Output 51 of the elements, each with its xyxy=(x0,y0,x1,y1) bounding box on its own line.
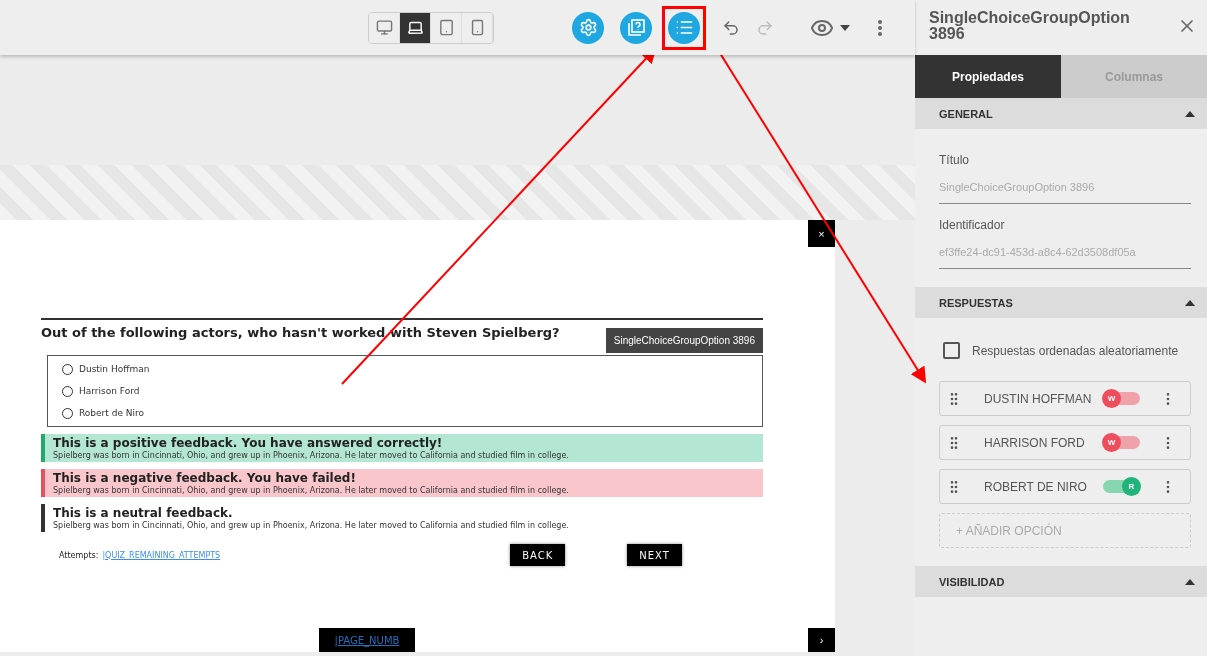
settings-button[interactable] xyxy=(572,11,604,44)
section-header[interactable]: GENERAL xyxy=(915,98,1207,129)
feedback-text: Spielberg was born in Cincinnati, Ohio, and grew up in Phoenix, Arizona. He later moved to California and studied film in college. xyxy=(53,521,570,530)
answer-label: DUSTIN HOFFMAN xyxy=(984,391,1093,406)
redo-icon xyxy=(756,18,774,37)
correct-toggle[interactable]: W xyxy=(1102,389,1141,408)
feedback-text: Spielberg was born in Cincinnati, Ohio, and grew up in Phoenix, Arizona. He later moved to California and studied film in college. xyxy=(53,451,570,460)
field-label: Título xyxy=(939,153,970,167)
desktop-icon xyxy=(375,19,393,36)
checkbox[interactable] xyxy=(943,342,960,359)
back-button[interactable]: BACK xyxy=(510,544,566,566)
more-options-button[interactable] xyxy=(878,19,882,36)
option-label: Robert de Niro xyxy=(79,408,145,418)
undo-button[interactable] xyxy=(722,18,740,37)
feedback-title: This is a negative feedback. You have failed! xyxy=(53,471,357,485)
tablet-icon xyxy=(437,19,455,36)
radio-button[interactable] xyxy=(62,385,73,397)
page-number-link[interactable]: |PAGE_NUMB xyxy=(334,634,400,646)
radio-button[interactable] xyxy=(62,363,73,375)
answer-label: HARRISON FORD xyxy=(984,435,1086,450)
option-label: Harrison Ford xyxy=(79,386,140,396)
laptop-icon xyxy=(406,19,424,36)
field-label: Identificador xyxy=(939,218,1006,232)
correct-toggle[interactable]: W xyxy=(1102,433,1141,452)
panel-title: SingleChoiceGroupOption 3896 xyxy=(929,10,1131,42)
correct-toggle[interactable]: R xyxy=(1102,477,1141,496)
radio-button[interactable] xyxy=(62,407,73,419)
feedback-title: This is a positive feedback. You have answered correctly! xyxy=(53,436,444,450)
caret-icon xyxy=(840,24,850,31)
option-label: Dustin Hoffman xyxy=(79,364,150,374)
more-options-icon xyxy=(878,19,882,36)
desktop-view-button[interactable] xyxy=(369,12,400,43)
feedback-text: Spielberg was born in Cincinnati, Ohio, and grew up in Phoenix, Arizona. He later moved to California and studied film in college. xyxy=(53,486,570,495)
question-title: Out of the following actors, who hasn't worked with Steven Spielberg? xyxy=(41,325,560,340)
next-button[interactable]: NEXT xyxy=(627,544,682,566)
next-page-button[interactable]: › xyxy=(808,628,835,652)
list-icon xyxy=(674,18,694,37)
laptop-view-button[interactable] xyxy=(400,12,431,43)
answer-label: ROBERT DE NIRO xyxy=(984,479,1088,494)
close-button[interactable]: × xyxy=(808,220,835,247)
settings-icon xyxy=(578,18,598,37)
section-header[interactable]: RESPUESTAS xyxy=(915,287,1207,318)
question-pages-icon xyxy=(627,18,645,37)
panel-tab[interactable]: Propiedades xyxy=(915,55,1061,98)
component-tag: SingleChoiceGroupOption 3896 xyxy=(605,328,763,353)
attempts-label: Attempts: xyxy=(59,550,99,560)
undo-icon xyxy=(722,18,740,37)
checkbox-label: Respuestas ordenadas aleatoriamente xyxy=(972,343,1179,358)
section-header[interactable]: VISIBILIDAD xyxy=(915,566,1207,597)
attempts-link[interactable]: |QUIZ_REMAINING_ATTEMPTS xyxy=(102,550,221,560)
feedback-title: This is a neutral feedback. xyxy=(53,506,234,520)
